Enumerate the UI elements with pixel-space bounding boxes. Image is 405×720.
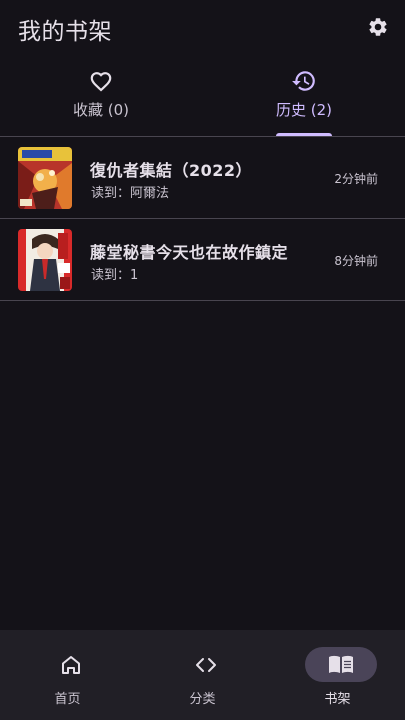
comic-title: 復仇者集結（2022）	[90, 161, 253, 180]
nav-category[interactable]: 分类	[135, 630, 270, 720]
comic-cover-todo-secretary	[18, 229, 72, 291]
nav-home[interactable]: 首页	[0, 630, 135, 720]
tab-favorites-label: 收藏 (0)	[72, 101, 130, 119]
read-progress: 读到：阿爾法	[91, 186, 170, 201]
tab-indicator	[276, 133, 332, 136]
list-item[interactable]: 復仇者集結（2022） 读到：阿爾法 2分钟前	[0, 137, 405, 219]
comic-cover-avengers	[18, 147, 72, 209]
tab-history[interactable]: 历史 (2)	[203, 60, 405, 136]
nav-category-indicator	[170, 647, 242, 682]
read-time: 8分钟前	[334, 254, 378, 268]
book-open-icon	[329, 655, 353, 673]
settings-button[interactable]	[365, 14, 391, 40]
nav-home-indicator	[35, 647, 107, 682]
history-list: 復仇者集結（2022） 读到：阿爾法 2分钟前 藤堂秘書今天也在故作鎮定 读到：…	[0, 137, 405, 301]
app-bar: 我的书架	[0, 0, 405, 56]
list-item[interactable]: 藤堂秘書今天也在故作鎮定 读到：1 8分钟前	[0, 219, 405, 301]
nav-category-label: 分类	[189, 692, 216, 707]
read-progress: 读到：1	[91, 268, 139, 283]
shelf-tabs: 收藏 (0) 历史 (2)	[0, 60, 405, 137]
heart-outline-icon	[90, 72, 112, 92]
code-brackets-icon	[196, 657, 216, 672]
comic-title: 藤堂秘書今天也在故作鎮定	[90, 243, 289, 262]
gear-icon	[369, 18, 387, 36]
nav-bookshelf[interactable]: 书架	[270, 630, 405, 720]
read-time: 2分钟前	[334, 172, 378, 186]
nav-bookshelf-indicator	[305, 647, 377, 682]
tab-history-label: 历史 (2)	[275, 101, 333, 119]
nav-home-label: 首页	[54, 692, 81, 707]
home-icon	[62, 655, 80, 674]
bottom-navigation: 首页 分类 书架	[0, 630, 405, 720]
nav-bookshelf-label: 书架	[324, 692, 351, 707]
page-title: 我的书架	[18, 19, 112, 45]
history-icon	[292, 71, 315, 91]
tab-favorites[interactable]: 收藏 (0)	[0, 60, 202, 136]
